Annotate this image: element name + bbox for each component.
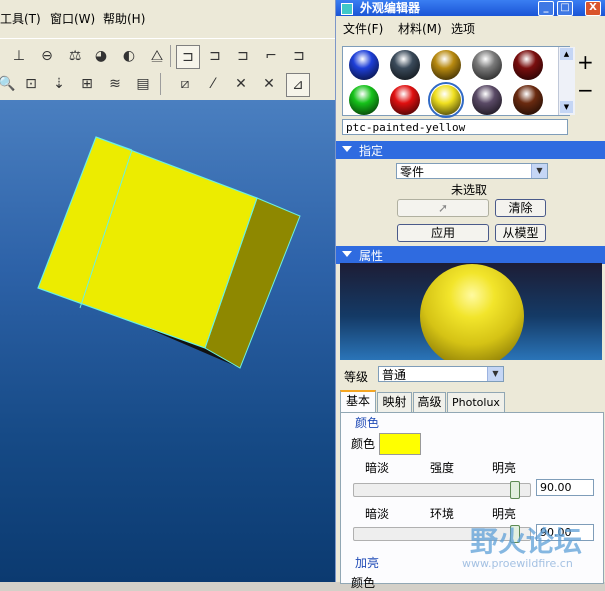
selection-status: 未选取: [451, 183, 488, 197]
material-swatch-purple-gray[interactable]: [472, 85, 502, 115]
material-preview: [340, 263, 602, 360]
tab-basic[interactable]: 基本: [340, 390, 376, 413]
minimize-button[interactable]: _: [538, 1, 554, 16]
material-swatch-palette: ▲ ▼: [342, 46, 575, 118]
cube-model[interactable]: [0, 100, 335, 582]
point-display-icon[interactable]: ✕: [230, 73, 252, 95]
material-name-field[interactable]: ptc-painted-yellow: [342, 119, 568, 135]
color-swatch-button[interactable]: [379, 433, 421, 455]
appearance-icon[interactable]: ◐: [118, 45, 140, 67]
slider1-dim-label: 暗淡: [365, 461, 390, 475]
slider2-dim-label: 暗淡: [365, 507, 390, 521]
watermark-logo: 野火论坛: [470, 525, 583, 558]
material-swatch-red[interactable]: [390, 85, 420, 115]
highlight-group-title: 加亮: [355, 556, 380, 570]
maximize-button[interactable]: □: [557, 1, 573, 16]
window-title: 外观编辑器: [360, 1, 421, 15]
tab-photolux[interactable]: Photolux: [447, 392, 505, 412]
view-manager-icon[interactable]: ▤: [132, 73, 154, 95]
material-swatch-green[interactable]: [349, 85, 379, 115]
assign-section-header[interactable]: 指定: [336, 141, 605, 159]
select-button[interactable]: ➚: [397, 199, 489, 217]
remove-material-button[interactable]: −: [577, 78, 594, 102]
menu-options[interactable]: 选项: [451, 20, 475, 37]
appearance-editor-panel: 外观编辑器 _ □ X 文件(F) 材料(M) 选项 ▲ ▼ + − ptc-p…: [335, 0, 605, 590]
assign-section-title: 指定: [359, 144, 384, 158]
menu-tools[interactable]: 工具(T): [0, 10, 41, 27]
toolbar: ⊥ ⊖ ⚖ ◕ ◐ ⧋ ⊐ ⊐ ⊐ ⌐ ⊐ 🔍 ⊡ ⇣ ⊞ ≋ ▤ ⧄ ⁄ ✕ …: [0, 38, 335, 101]
analysis-icon[interactable]: ⚖: [64, 45, 86, 67]
plane-display-icon[interactable]: ⧄: [174, 73, 196, 95]
menu-window[interactable]: 窗口(W): [50, 10, 95, 27]
model-viewport[interactable]: [0, 100, 335, 582]
assign-target-select[interactable]: 零件 ▼: [396, 163, 548, 179]
measure-icon[interactable]: ⊥: [8, 45, 30, 67]
clear-button[interactable]: 清除: [495, 199, 546, 217]
palette-scrollbar[interactable]: ▲ ▼: [558, 47, 575, 115]
menu-file[interactable]: 文件(F): [343, 20, 383, 37]
apply-button[interactable]: 应用: [397, 224, 489, 242]
render-icon[interactable]: ⧋: [146, 45, 168, 67]
properties-section-header[interactable]: 属性: [336, 246, 605, 264]
color-label: 颜色: [351, 437, 376, 451]
material-swatch-blue[interactable]: [349, 50, 379, 80]
chevron-down-icon: ▼: [487, 367, 503, 381]
menu-materials[interactable]: 材料(M): [398, 20, 442, 37]
preview-sphere: [420, 264, 524, 360]
tab-advanced[interactable]: 高级: [413, 392, 446, 412]
grade-label: 等级: [344, 370, 369, 384]
intensity-slider[interactable]: [353, 481, 531, 499]
material-swatch-gray[interactable]: [472, 50, 502, 80]
toolbar-separator: [160, 73, 161, 95]
title-bar[interactable]: 外观编辑器 _ □ X: [336, 0, 605, 16]
material-swatch-dark-red[interactable]: [513, 50, 543, 80]
axis-display-icon[interactable]: ⁄: [202, 73, 224, 95]
coord-system-icon[interactable]: ⊐: [288, 45, 310, 67]
chevron-down-icon: ▼: [531, 164, 547, 178]
layers-icon[interactable]: ≋: [104, 73, 126, 95]
grade-value: 普通: [382, 368, 407, 382]
assign-target-value: 零件: [400, 165, 425, 179]
grade-select[interactable]: 普通 ▼: [378, 366, 504, 382]
material-swatch-gold[interactable]: [431, 50, 461, 80]
intensity-label: 强度: [430, 461, 455, 475]
zoom-window-icon[interactable]: ⊡: [20, 73, 42, 95]
collapse-icon: [342, 251, 352, 257]
main-menubar: 工具(T) 窗口(W) 帮助(H): [0, 0, 335, 38]
from-model-button[interactable]: 从模型: [495, 224, 546, 242]
intensity-slider-thumb[interactable]: [510, 481, 520, 499]
collapse-icon: [342, 146, 352, 152]
close-button[interactable]: X: [585, 1, 601, 16]
color-group-title: 颜色: [355, 416, 380, 430]
panel-menubar: 文件(F) 材料(M) 选项: [336, 16, 605, 38]
reorient-icon[interactable]: ⇣: [48, 73, 70, 95]
cursor-arrow-icon: ➚: [437, 201, 449, 215]
saved-views-icon[interactable]: ⊞: [76, 73, 98, 95]
color-wheel-icon[interactable]: ◕: [90, 45, 112, 67]
toolbar-separator: [170, 45, 171, 67]
material-swatch-brown[interactable]: [513, 85, 543, 115]
properties-section-title: 属性: [359, 249, 384, 263]
material-swatch-yellow[interactable]: [428, 82, 464, 118]
watermark-url: www.proewildfire.cn: [462, 557, 573, 570]
app-icon: [341, 3, 353, 15]
slider1-bright-label: 明亮: [492, 461, 517, 475]
datum-curve-icon[interactable]: ⊐: [232, 45, 254, 67]
menu-help[interactable]: 帮助(H): [103, 10, 145, 27]
tab-mapping[interactable]: 映射: [377, 392, 412, 412]
datum-plane-icon[interactable]: ⊐: [176, 45, 200, 69]
section-icon[interactable]: ⊖: [36, 45, 58, 67]
scroll-down-icon[interactable]: ▼: [560, 101, 573, 113]
add-material-button[interactable]: +: [577, 50, 594, 74]
zoom-out-icon[interactable]: 🔍: [0, 73, 18, 95]
datum-axis-icon[interactable]: ⊐: [204, 45, 226, 67]
material-swatch-dark-gray[interactable]: [390, 50, 420, 80]
csys-display-icon[interactable]: ✕: [258, 73, 280, 95]
scroll-up-icon[interactable]: ▲: [560, 48, 573, 60]
ambient-label: 环境: [430, 507, 455, 521]
intensity-value-field[interactable]: 90.00: [536, 479, 594, 496]
annotation-display-icon[interactable]: ⊿: [286, 73, 310, 97]
datum-point-icon[interactable]: ⌐: [260, 45, 282, 67]
highlight-color-label: 颜色: [351, 576, 376, 590]
